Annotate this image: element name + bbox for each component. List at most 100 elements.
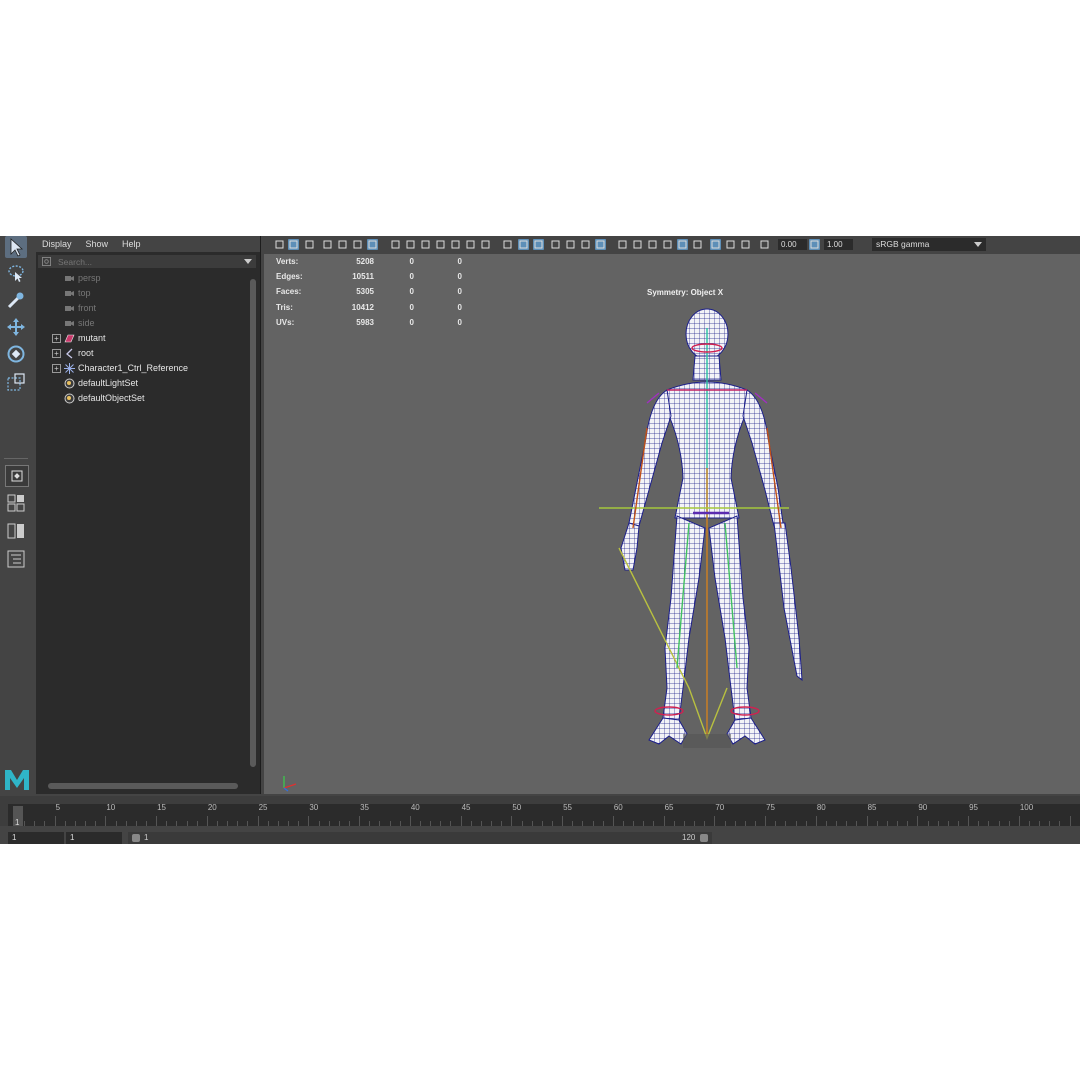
camera-attributes-icon[interactable] [288,239,299,250]
motion-blur-icon[interactable] [617,239,628,250]
isolate-select-icon[interactable] [662,239,673,250]
shaded-wireframe-icon[interactable] [533,239,544,250]
camera-icon [64,273,75,284]
four-view-layout-icon[interactable] [5,492,27,514]
outliner-horizontal-scrollbar[interactable] [38,782,248,790]
viewport-toolbar: 0.00 1.00 sRGB gamma [264,236,1080,254]
exposure-icon[interactable] [740,239,751,250]
timeline-tick [308,816,310,826]
time-slider[interactable]: 1 5 10 15 20 25 30 35 40 45 50 55 60 65 70 75 80 85 90 95 1… [8,803,1080,827]
timeline-tick [1039,821,1041,826]
default-material-icon[interactable] [518,239,529,250]
wireframe-icon[interactable] [480,239,491,250]
outliner-item-defaultobjectset[interactable]: defaultObjectSet [36,391,248,406]
expand-icon[interactable]: + [52,334,61,343]
gate-mask-icon[interactable] [420,239,431,250]
timeline-tick [562,816,564,826]
safe-action-icon[interactable] [450,239,461,250]
range-slider[interactable]: 1 120 [128,832,712,844]
timeline-tick-label: 80 [816,803,826,812]
safe-title-icon[interactable] [465,239,476,250]
outliner-item-side[interactable]: side [36,316,248,331]
single-view-layout-icon[interactable] [5,465,29,487]
timeline-tick [805,821,807,826]
grid-icon[interactable] [367,239,378,250]
timeline-tick [653,821,655,826]
rotate-tool-icon[interactable] [5,343,27,365]
timeline-tick [673,821,675,826]
color-management-icon[interactable] [809,239,820,250]
exposure-field[interactable]: 0.00 [778,239,807,250]
search-input[interactable] [38,256,228,267]
2d-pan-icon[interactable] [337,239,348,250]
bookmarks-icon[interactable] [304,239,315,250]
xray-components-icon[interactable] [710,239,721,250]
timeline-tick [856,821,858,826]
gamma-icon[interactable] [759,239,770,250]
menu-display[interactable]: Display [42,239,72,249]
gamma-field[interactable]: 1.00 [824,239,853,250]
shadows-icon[interactable] [580,239,591,250]
timeline-tick-label: 90 [918,803,928,812]
hud-row: Tris: 10412 0 0 [276,301,476,316]
timeline-tick [480,821,482,826]
animation-start-field[interactable]: 1 [8,832,64,844]
xray-icon[interactable] [677,239,688,250]
outliner-layout-icon[interactable] [5,548,27,570]
outliner-search-bar [38,255,256,268]
character-wireframe[interactable] [599,308,839,778]
timeline-tick [957,821,959,826]
color-space-dropdown[interactable]: sRGB gamma [872,238,986,251]
outliner-item-front[interactable]: front [36,301,248,316]
range-end-handle[interactable] [700,834,708,842]
smooth-shade-icon[interactable] [502,239,513,250]
expand-icon[interactable]: + [52,349,61,358]
depth-of-field-icon[interactable] [647,239,658,250]
scale-tool-icon[interactable] [5,371,27,393]
use-lights-icon[interactable] [565,239,576,250]
camera-pan-icon[interactable] [725,239,736,250]
expand-icon[interactable]: + [52,364,61,373]
image-plane-icon[interactable] [322,239,333,250]
xray-joints-icon[interactable] [692,239,703,250]
timeline-tick-label: 5 [55,803,61,812]
anti-aliasing-icon[interactable] [632,239,643,250]
outliner-item-label: front [78,303,97,313]
timeline-tick [978,821,980,826]
menu-help[interactable]: Help [122,239,141,249]
textured-icon[interactable] [550,239,561,250]
outliner-item-top[interactable]: top [36,286,248,301]
timeline-tick [166,821,168,826]
film-gate-icon[interactable] [390,239,401,250]
resolution-gate-icon[interactable] [405,239,416,250]
menu-show[interactable]: Show [86,239,109,249]
outliner-item-character1-ctrl-reference[interactable]: + Character1_Ctrl_Reference [36,361,248,376]
select-tool-icon[interactable] [5,236,27,258]
timeline-tick-label: 40 [410,803,420,812]
outliner-item-label: top [78,288,91,298]
lasso-tool-icon[interactable] [5,262,27,284]
search-options-caret-icon[interactable] [244,259,252,264]
timeline-tick [54,816,56,826]
hud-value: 10412 [351,302,374,312]
field-chart-icon[interactable] [435,239,446,250]
perspective-viewport[interactable]: Verts: 5208 0 0 Edges: 10511 0 0 Faces: 5305 0 0 Tri… [264,254,1080,794]
range-start-handle[interactable] [132,834,140,842]
hud-label: Faces: [276,287,302,297]
paint-select-tool-icon[interactable] [5,289,27,311]
ambient-occlusion-icon[interactable] [595,239,606,250]
timeline-tick [815,816,817,826]
timeline-tick [460,816,462,826]
two-view-layout-icon[interactable] [5,520,27,542]
grease-pencil-icon[interactable] [352,239,363,250]
outliner-item-defaultlightset[interactable]: defaultLightSet [36,376,248,391]
move-tool-icon[interactable] [5,316,27,338]
timeline-tick [663,816,665,826]
playback-start-field[interactable]: 1 [66,832,122,844]
timeline-tick [551,821,553,826]
outliner-item-root[interactable]: + root [36,346,248,361]
camera-select-icon[interactable] [274,239,285,250]
outliner-vertical-scrollbar[interactable] [249,271,257,781]
outliner-item-mutant[interactable]: + mutant [36,331,248,346]
outliner-item-persp[interactable]: persp [36,271,248,286]
